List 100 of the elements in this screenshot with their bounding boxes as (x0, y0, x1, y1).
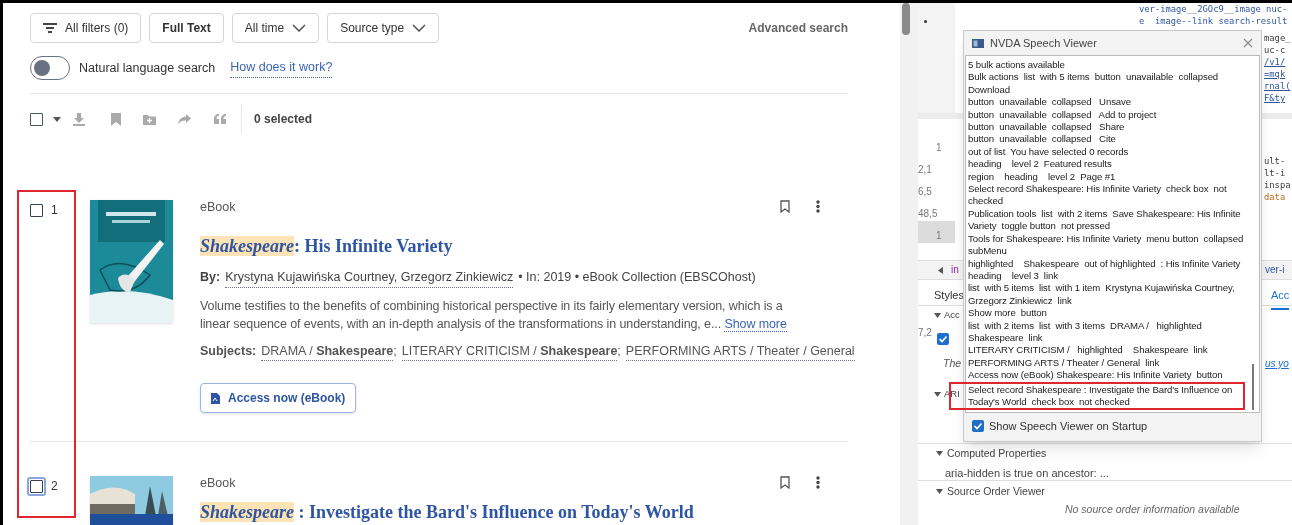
speech-line: PERFORMING ARTS / Theater / General link (968, 356, 1161, 370)
line-highlight (918, 221, 955, 243)
source-type: eBook (200, 475, 236, 492)
empty-state-text: No source order information available (1065, 502, 1240, 517)
source-type: eBook (200, 199, 236, 216)
speech-line: Select record Shakespeare: His Infinite Variety check box not checked (968, 183, 1228, 208)
byline-label: By: (200, 268, 221, 286)
speech-line: Publication tools list with 2 items Save Shakespeare: His Infinite Variety toggle button not pressed (968, 207, 1242, 233)
toggle-switch[interactable] (30, 56, 70, 80)
separator-text: ; (393, 342, 397, 360)
speech-line: LITERARY CRITICISM / highlighted Shakespeare link (968, 344, 1209, 357)
section-heading[interactable]: Source Order Viewer (947, 484, 1045, 500)
scrollbar-thumb[interactable] (902, 3, 910, 35)
code-text: mage_ (1264, 33, 1291, 44)
expand-triangle-icon[interactable] (934, 311, 941, 319)
close-icon[interactable] (1243, 38, 1253, 48)
more-options-icon[interactable] (816, 476, 820, 489)
property-text: aria-hidden is true on ancestor: ... (945, 466, 1109, 481)
filter-button[interactable]: All filters (0) (30, 13, 142, 43)
line-number: 7,2 (918, 326, 932, 340)
speech-line: region heading level 2 Page #1 (968, 170, 1117, 184)
bookmark-icon[interactable] (780, 476, 790, 489)
result-number: 1 (51, 202, 58, 219)
speech-line: button unavailable collapsed Share (968, 121, 1126, 134)
speech-line: list with 2 items list with 3 items DRAMA / highlighted Shakespeare link (968, 319, 1203, 345)
code-text: ver-image__2GOc9__image nuc- (1139, 4, 1288, 15)
app-icon (972, 38, 984, 48)
code-text: e image--link search-result (1139, 16, 1288, 27)
help-link[interactable]: How does it work? (230, 58, 333, 78)
expand-triangle-icon[interactable] (936, 450, 943, 458)
caret-down-icon[interactable] (53, 116, 61, 122)
more-options-icon[interactable] (816, 200, 820, 213)
section-heading[interactable]: Computed Properties (947, 446, 1047, 462)
expand-triangle-icon[interactable] (936, 488, 943, 496)
code-text: data (1264, 192, 1286, 203)
panel-tab[interactable]: Acc (1271, 287, 1290, 310)
speech-line: Access now (eBook) Shakespeare: His Infinite Variety button (968, 369, 1224, 382)
speech-line: Show more button (968, 307, 1048, 320)
speech-line: button unavailable collapsed Unsave (968, 96, 1133, 109)
filter-button[interactable]: Full Text (149, 13, 224, 43)
publication-meta: • In: 2019 • eBook Collection (EBSCOhost) (518, 268, 756, 286)
advanced-search-link[interactable]: Advanced search (748, 19, 848, 37)
speech-line: button unavailable collapsed Cite (968, 133, 1117, 146)
dropdown-button[interactable]: All time (231, 13, 320, 43)
toggle-label: Natural language search (79, 59, 216, 77)
separator-text: ; (617, 342, 621, 360)
code-text: uc-c (1264, 45, 1286, 56)
speech-line: out of list You have selected 0 records (968, 145, 1130, 159)
result-title-link[interactable]: Shakespeare: His Infinite Variety (200, 235, 453, 256)
subjects-label: Subjects: (200, 342, 257, 360)
scrollbar-thumb[interactable] (1252, 364, 1254, 410)
checkbox[interactable] (937, 333, 949, 345)
chevron-down-icon (292, 24, 307, 32)
result-number: 2 (51, 478, 58, 495)
bookmark-icon[interactable] (780, 200, 790, 213)
speech-line: Bulk actions list with 5 items button unavailable collapsed (968, 71, 1220, 84)
description-text: The (943, 356, 962, 371)
window-title: NVDA Speech Viewer (990, 35, 1097, 51)
document-icon (211, 392, 220, 404)
code-link[interactable]: /v1/ (1264, 57, 1286, 68)
panel-tab[interactable]: Styles (934, 287, 964, 304)
speech-line: Download (968, 83, 1011, 97)
help-link[interactable]: us yo (1265, 356, 1289, 371)
breadcrumb-text[interactable]: ver-i (1265, 264, 1285, 276)
checkmark-icon (972, 420, 984, 432)
line-number: 1 (936, 229, 942, 243)
line-number: 6,5 (918, 185, 932, 199)
subject-link[interactable]: PERFORMING ARTS / Theater / General (625, 341, 855, 362)
line-number: 48,5 (918, 207, 938, 221)
code-text: lt-i (1264, 168, 1286, 179)
code-text: inspa (1264, 180, 1291, 191)
selection-count: 0 selected (254, 111, 313, 128)
checkmark-icon (937, 333, 949, 345)
abstract-text: Volume testifies to the benefits of combining historical perspective in its fairly elementary version, which is a linear sequence of events, with an in-depth analysis of the transformations in understanding, e... Show more (200, 297, 788, 333)
section-heading[interactable]: Acc (944, 308, 960, 323)
code-link[interactable]: rnal( (1264, 81, 1291, 92)
speech-line: 5 bulk actions available (968, 59, 1066, 72)
line-number: 2,1 (918, 163, 932, 177)
author-link[interactable]: Krystyna Kujawińska Courtney, Grzegorz Zinkiewicz (225, 267, 514, 288)
scrollbar-track[interactable] (900, 3, 918, 525)
code-link[interactable]: F&ty (1264, 93, 1286, 104)
access-button[interactable]: Access now (eBook) (200, 383, 357, 414)
chevron-down-icon (412, 24, 427, 32)
filter-icon (43, 22, 57, 34)
show-more-link[interactable]: Show more (724, 316, 787, 332)
line-number: 1 (936, 141, 942, 155)
checkbox[interactable] (972, 420, 984, 432)
checkbox-label: Show Speech Viewer on Startup (989, 418, 1148, 434)
caret-left-icon[interactable] (938, 267, 943, 274)
speech-line: heading level 2 Featured results (968, 158, 1113, 171)
expand-triangle-icon[interactable] (934, 390, 941, 398)
checkbox[interactable] (30, 203, 43, 217)
dropdown-button[interactable]: Source type (327, 13, 440, 43)
code-text: ult- (1264, 156, 1286, 167)
result-title-link[interactable]: Shakespeare : Investigate the Bard's Influence on Today's World (200, 501, 694, 522)
speech-line: list with 5 items list with 1 item Krystyna Kujawińska Courtney, Grzegorz Zinkiewicz link (968, 282, 1236, 308)
checkbox[interactable] (30, 112, 43, 126)
code-link[interactable]: =mqk (1264, 69, 1286, 80)
breadcrumb-text[interactable]: in (951, 264, 959, 276)
speech-line: button unavailable collapsed Add to project (968, 108, 1158, 122)
